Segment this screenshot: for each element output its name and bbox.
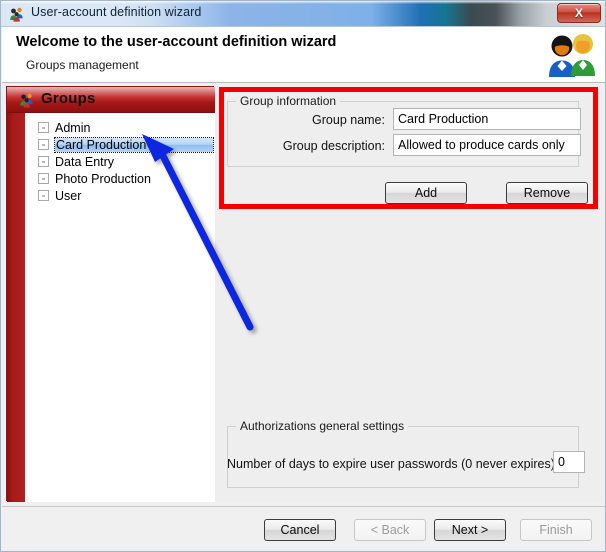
wizard-header: Welcome to the user-account definition w…: [2, 27, 605, 83]
group-checkbox[interactable]: [38, 173, 49, 184]
back-button: < Back: [354, 519, 426, 541]
group-people-icon: [20, 93, 33, 108]
list-item[interactable]: Admin: [25, 119, 215, 136]
group-label: Card Production: [54, 136, 214, 153]
cancel-button[interactable]: Cancel: [264, 519, 336, 541]
page-subtitle: Groups management: [26, 58, 139, 72]
group-label: Photo Production: [55, 171, 151, 186]
group-checkbox[interactable]: [38, 122, 49, 133]
group-name-label-row: Group name:: [235, 110, 385, 132]
wizard-window: User-account definition wizard X Welcome…: [0, 0, 606, 552]
list-item[interactable]: Card Production: [25, 136, 215, 153]
group-people-icon: [10, 7, 23, 22]
authorizations-legend: Authorizations general settings: [236, 419, 409, 433]
groups-panel-header: Groups: [7, 87, 215, 113]
title-bar: User-account definition wizard X: [1, 1, 605, 27]
groups-list[interactable]: Admin Card Production Data Entry Photo P…: [25, 113, 215, 502]
group-checkbox[interactable]: [38, 156, 49, 167]
wizard-footer: Cancel < Back Next > Finish: [2, 506, 605, 551]
two-people-icon: [549, 34, 595, 77]
add-button[interactable]: Add: [385, 182, 467, 204]
group-name-label: Group name:: [312, 113, 385, 127]
group-name-input[interactable]: [393, 108, 581, 130]
group-information-legend: Group information: [236, 94, 341, 108]
group-checkbox[interactable]: [38, 139, 49, 150]
groups-panel-title: Groups: [41, 90, 96, 107]
list-item[interactable]: User: [25, 187, 215, 204]
finish-button: Finish: [520, 519, 592, 541]
group-description-label: Group description:: [282, 139, 385, 153]
window-title: User-account definition wizard: [31, 5, 202, 19]
panel-accent-band: [7, 87, 25, 502]
expire-days-label-row: Number of days to expire user passwords …: [227, 454, 558, 476]
title-bar-highlight: [1, 1, 605, 4]
list-item[interactable]: Data Entry: [25, 153, 215, 170]
expire-days-label: Number of days to expire user passwords …: [227, 457, 559, 471]
close-button[interactable]: X: [557, 3, 601, 23]
group-description-label-row: Group description:: [235, 136, 385, 158]
groups-panel: Groups Admin Card Production Data Entry …: [6, 86, 215, 502]
group-description-input[interactable]: [393, 134, 581, 156]
next-button[interactable]: Next >: [434, 519, 506, 541]
remove-button[interactable]: Remove: [506, 182, 588, 204]
group-label: User: [55, 188, 82, 203]
list-item[interactable]: Photo Production: [25, 170, 215, 187]
expire-days-input[interactable]: [553, 451, 585, 473]
group-checkbox[interactable]: [38, 190, 49, 201]
content-area: Group information Group name: Group desc…: [215, 86, 602, 501]
page-title: Welcome to the user-account definition w…: [16, 34, 337, 50]
group-label: Admin: [55, 120, 91, 135]
close-icon: X: [574, 6, 583, 20]
group-label: Data Entry: [55, 154, 115, 169]
